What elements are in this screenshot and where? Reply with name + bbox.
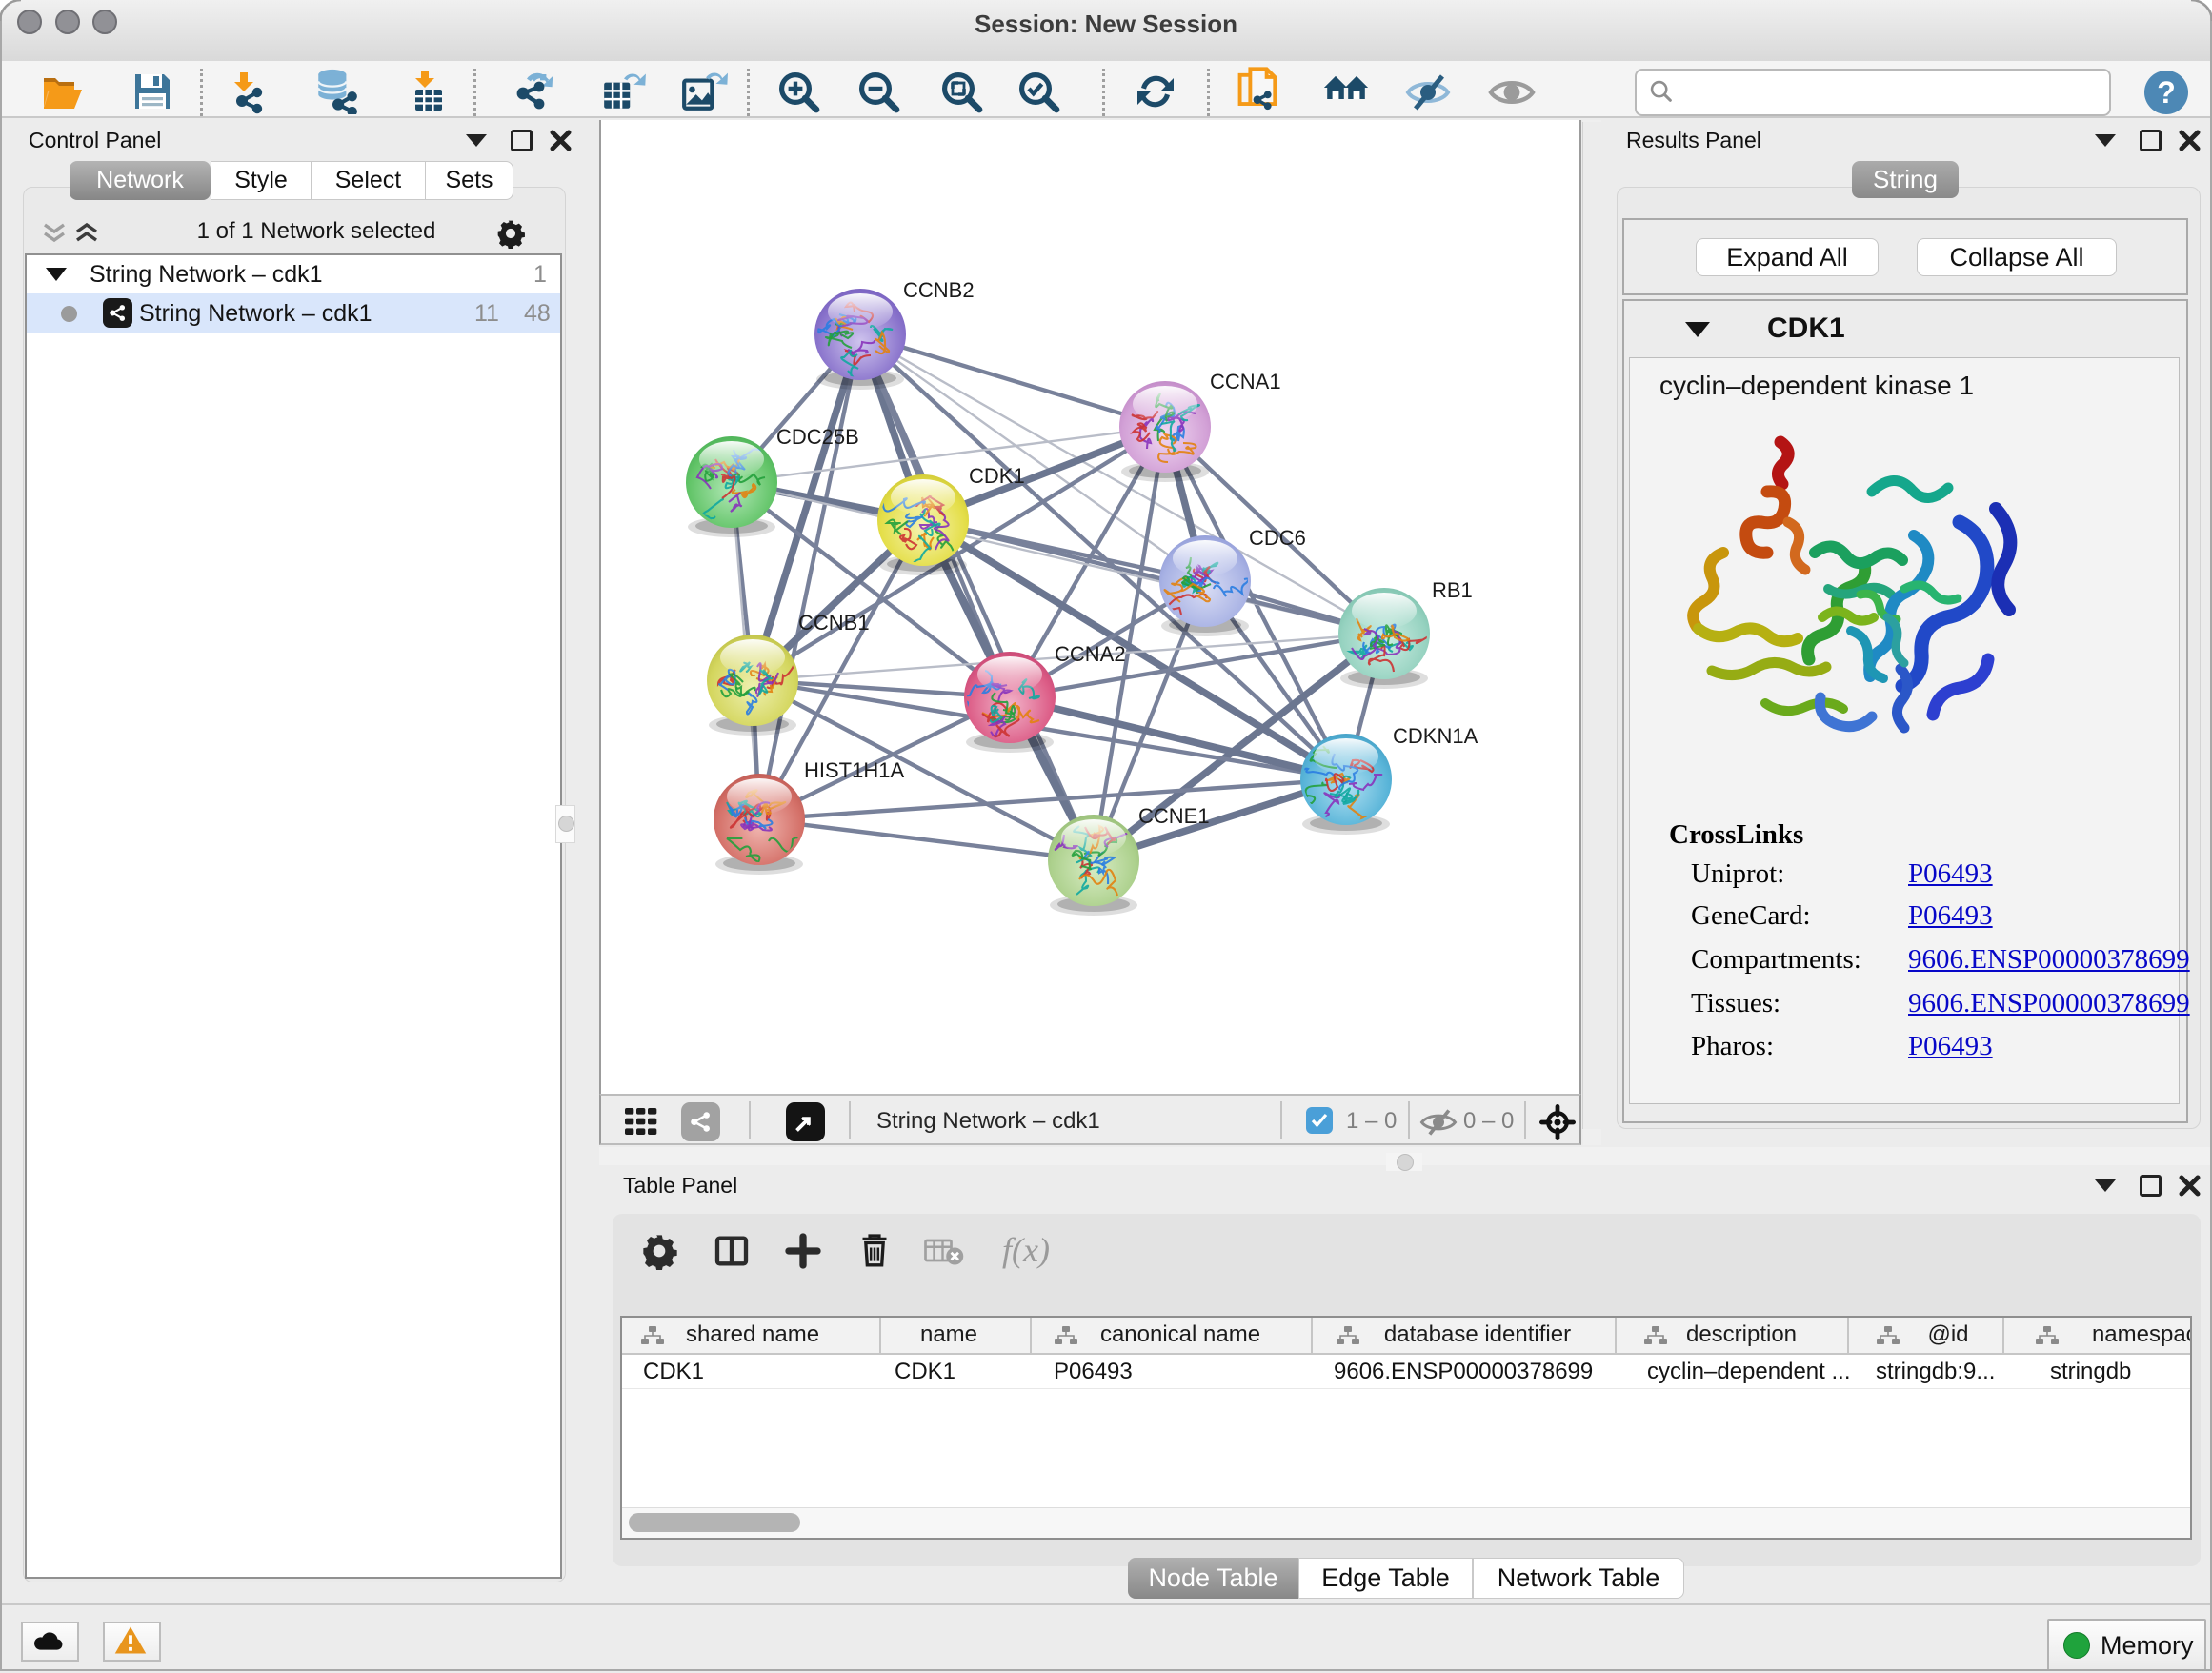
svg-text:CDC6: CDC6 (1249, 526, 1306, 550)
svg-text:CCNA1: CCNA1 (1210, 370, 1281, 393)
svg-text:HIST1H1A: HIST1H1A (804, 758, 904, 782)
svg-text:CDKN1A: CDKN1A (1393, 724, 1478, 748)
svg-text:RB1: RB1 (1432, 578, 1473, 602)
svg-text:CCNA2: CCNA2 (1055, 642, 1126, 666)
svg-text:CDC25B: CDC25B (776, 425, 859, 449)
svg-text:CCNE1: CCNE1 (1138, 804, 1210, 828)
svg-text:CCNB1: CCNB1 (798, 611, 870, 635)
svg-text:CDK1: CDK1 (969, 464, 1025, 488)
svg-text:CCNB2: CCNB2 (903, 278, 975, 302)
